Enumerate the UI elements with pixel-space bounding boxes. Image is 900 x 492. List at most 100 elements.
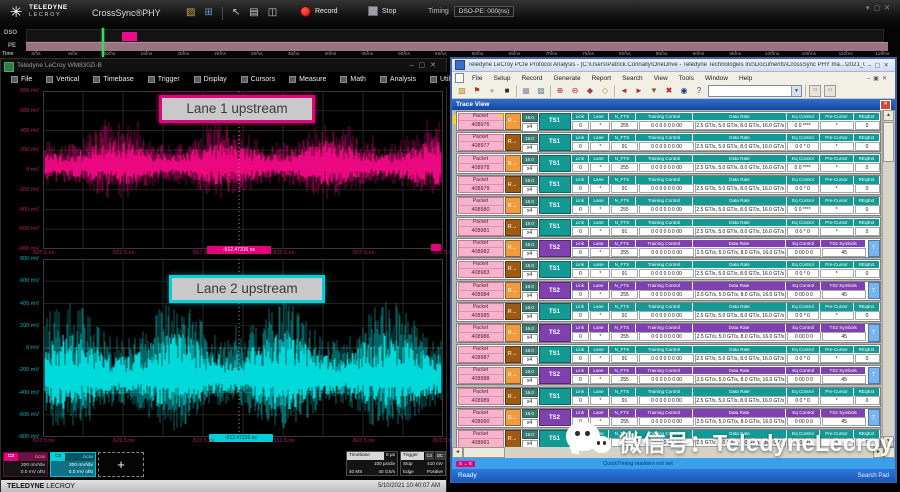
scope-menu-measure[interactable]: Measure [283,73,332,86]
trace-row-packet-408980[interactable]: Packet408980R→16.0x4TS1LinkLaneN_FTSTrai… [456,196,881,216]
column-header: TS2 Symbols [821,367,867,375]
packet-cell: Packet408985 [458,303,504,320]
field-value: * [590,290,610,299]
direction-icon: R→ [505,176,521,193]
scroll-up-icon[interactable]: ▲ [883,110,894,121]
open-file-icon[interactable]: ▨ [456,85,468,97]
search-back-icon[interactable]: ◄ [618,85,630,97]
scope-menu-math[interactable]: Math [334,73,372,86]
c2-label: C2 [4,453,18,461]
scope-menu-file[interactable]: File [5,73,38,86]
clear-search-icon[interactable]: ✖ [663,85,675,97]
scope-menu-timebase[interactable]: Timebase [87,73,139,86]
trace-row-packet-408981[interactable]: Packet408981R→16.0x4TS1LinkLaneN_FTSTrai… [456,217,881,237]
pane-toggle-button[interactable]: ▭ [809,85,821,97]
cursor-icon[interactable]: ↖ [232,6,240,20]
direction-icon: R→ [505,346,521,363]
analyzer-menu-search[interactable]: Search [617,75,648,82]
scope-menu-cursors[interactable]: Cursors [235,73,282,86]
link-width: x4 [522,186,538,195]
menu-item-icon [93,76,100,83]
trace-row-packet-408979[interactable]: Packet408979R→16.0x4TS1LinkLaneN_FTSTrai… [456,175,881,195]
scroll-left-icon[interactable]: ◄ [452,447,463,458]
menu-item-label: Trigger [158,76,180,83]
lane2-annotation[interactable]: Lane 2 upstream [169,275,325,303]
timeline-playhead[interactable] [102,28,104,57]
trace-row-packet-408978[interactable]: Packet408978R→16.0x4TS1LinkLaneN_FTSTrai… [456,153,881,173]
goto-marker-icon[interactable]: ◆ [584,85,596,97]
column-header: Pre-Cursor [820,113,855,121]
find-icon[interactable]: ◉ [678,85,690,97]
vertical-scroll-thumb[interactable] [883,122,894,162]
trace-row-packet-408986[interactable]: Packet408986R→16.0x4TS2LinkLaneN_FTSTrai… [456,323,881,343]
trace-row-packet-408984[interactable]: Packet408984R→16.0x4TS2LinkLaneN_FTSTrai… [456,281,881,301]
column-header: REqExt [854,155,879,163]
channel-c2-descriptor[interactable]: C2 DC50 200 mV/div 0.0 mV ofst [3,452,48,477]
zoom-out-icon[interactable]: ⊖ [569,85,581,97]
column-header: Link [572,409,590,417]
trace-row-packet-408989[interactable]: Packet408989R→16.0x4TS1LinkLaneN_FTSTrai… [456,387,881,407]
dso-track-bar[interactable] [26,29,884,42]
pane-toggle-button[interactable]: ▭ [824,85,836,97]
analyzer-menu-report[interactable]: Report [587,75,617,82]
trigger-descriptor[interactable]: Trigger C4 DC Stop 410 mV Edge Positive [400,451,446,476]
column-header: N_FTS [609,134,636,142]
analyzer-menu-setup[interactable]: Setup [488,75,515,82]
quicktiming-marker-badge[interactable]: S → E [456,461,475,467]
channel-c3-descriptor[interactable]: C3 DC50 200 mV/div 0.0 mV ofst [50,452,96,477]
open-folder-icon[interactable]: ▨ [186,6,195,20]
scope-window-title: Teledyne LeCroy WM830Zi-B [17,62,102,69]
analyzer-menu-tools[interactable]: Tools [674,75,699,82]
record-start-icon[interactable]: ● [486,85,498,97]
window-tile-icon[interactable]: ▦ [520,85,532,97]
analyzer-menu-file[interactable]: File [467,75,487,82]
trace-row-packet-408985[interactable]: Packet408985R→16.0x4TS1LinkLaneN_FTSTrai… [456,302,881,322]
print-icon[interactable]: ▤ [249,6,258,20]
timebase-descriptor[interactable]: Timebase 0 µs 100 µs/div 40 MS 40 GS/s [346,451,398,476]
column-header: REqExt [854,197,879,205]
analyzer-menu-window[interactable]: Window [700,75,733,82]
trace-row-packet-408982[interactable]: Packet408982R→16.0x4TS2LinkLaneN_FTSTrai… [456,238,881,258]
vertical-scrollbar[interactable]: ▲ ▼ [882,110,894,447]
stop-icon [368,6,378,16]
help-icon[interactable]: ? [693,85,705,97]
scope-menu-analysis[interactable]: Analysis [374,73,422,86]
set-marker-icon[interactable]: ◇ [599,85,611,97]
trace-row-packet-408976[interactable]: Packet408976R→16.0x4TS1LinkLaneN_FTSTrai… [456,111,881,131]
horizontal-scroll-thumb[interactable] [463,447,505,458]
trace-row-packet-408987[interactable]: Packet408987R→16.0x4TS1LinkLaneN_FTSTrai… [456,344,881,364]
trace-row-packet-408977[interactable]: Packet408977R→16.0x4TS1LinkLaneN_FTSTrai… [456,132,881,152]
trace-view-title: Trace View [456,101,490,108]
search-combobox[interactable]: ▼ [708,85,802,97]
scope-menu-vertical[interactable]: Vertical [40,73,85,86]
add-trace-button[interactable]: + [98,452,144,477]
analyzer-window-controls[interactable]: ‒▢✕ [868,61,892,69]
scope-menu-trigger[interactable]: Trigger [142,73,186,86]
zoom-in-icon[interactable]: ⊕ [554,85,566,97]
export-icon[interactable]: ◫ [268,6,277,20]
trace-row-packet-408988[interactable]: Packet408988R→16.0x4TS2LinkLaneN_FTSTrai… [456,365,881,385]
lane1-annotation[interactable]: Lane 1 upstream [159,95,315,123]
mdi-window-controls[interactable]: ‒▣✕ [867,75,892,82]
record-button[interactable]: Record [300,6,338,17]
stop-button[interactable]: Stop [368,6,396,16]
trace-row-packet-408983[interactable]: Packet408983R→16.0x4TS1LinkLaneN_FTSTrai… [456,259,881,279]
menu-item-label: Vertical [56,76,79,83]
analyzer-menu-view[interactable]: View [649,75,673,82]
dso-capture-segment[interactable] [122,32,137,41]
analyzer-menu-help[interactable]: Help [734,75,757,82]
scope-menu-display[interactable]: Display [188,73,233,86]
trace-view-close-icon[interactable]: ✕ [880,100,891,110]
filter-icon[interactable]: ▼ [648,85,660,97]
packet-cell: Packet408977 [458,134,504,151]
analyzer-menu-record[interactable]: Record [516,75,547,82]
screenshot-icon[interactable]: ⊞ [204,6,212,20]
crosssync-window-controls[interactable]: ▾▢✕ [866,4,894,12]
record-stop-icon[interactable]: ■ [501,85,513,97]
scope-window-controls[interactable]: ‒▢✕ [410,61,441,69]
analyzer-menu-generate[interactable]: Generate [548,75,585,82]
column-header: Lane [589,324,609,332]
record-options-icon[interactable]: ⚑ [471,85,483,97]
search-forward-icon[interactable]: ► [633,85,645,97]
window-cascade-icon[interactable]: ▩ [535,85,547,97]
